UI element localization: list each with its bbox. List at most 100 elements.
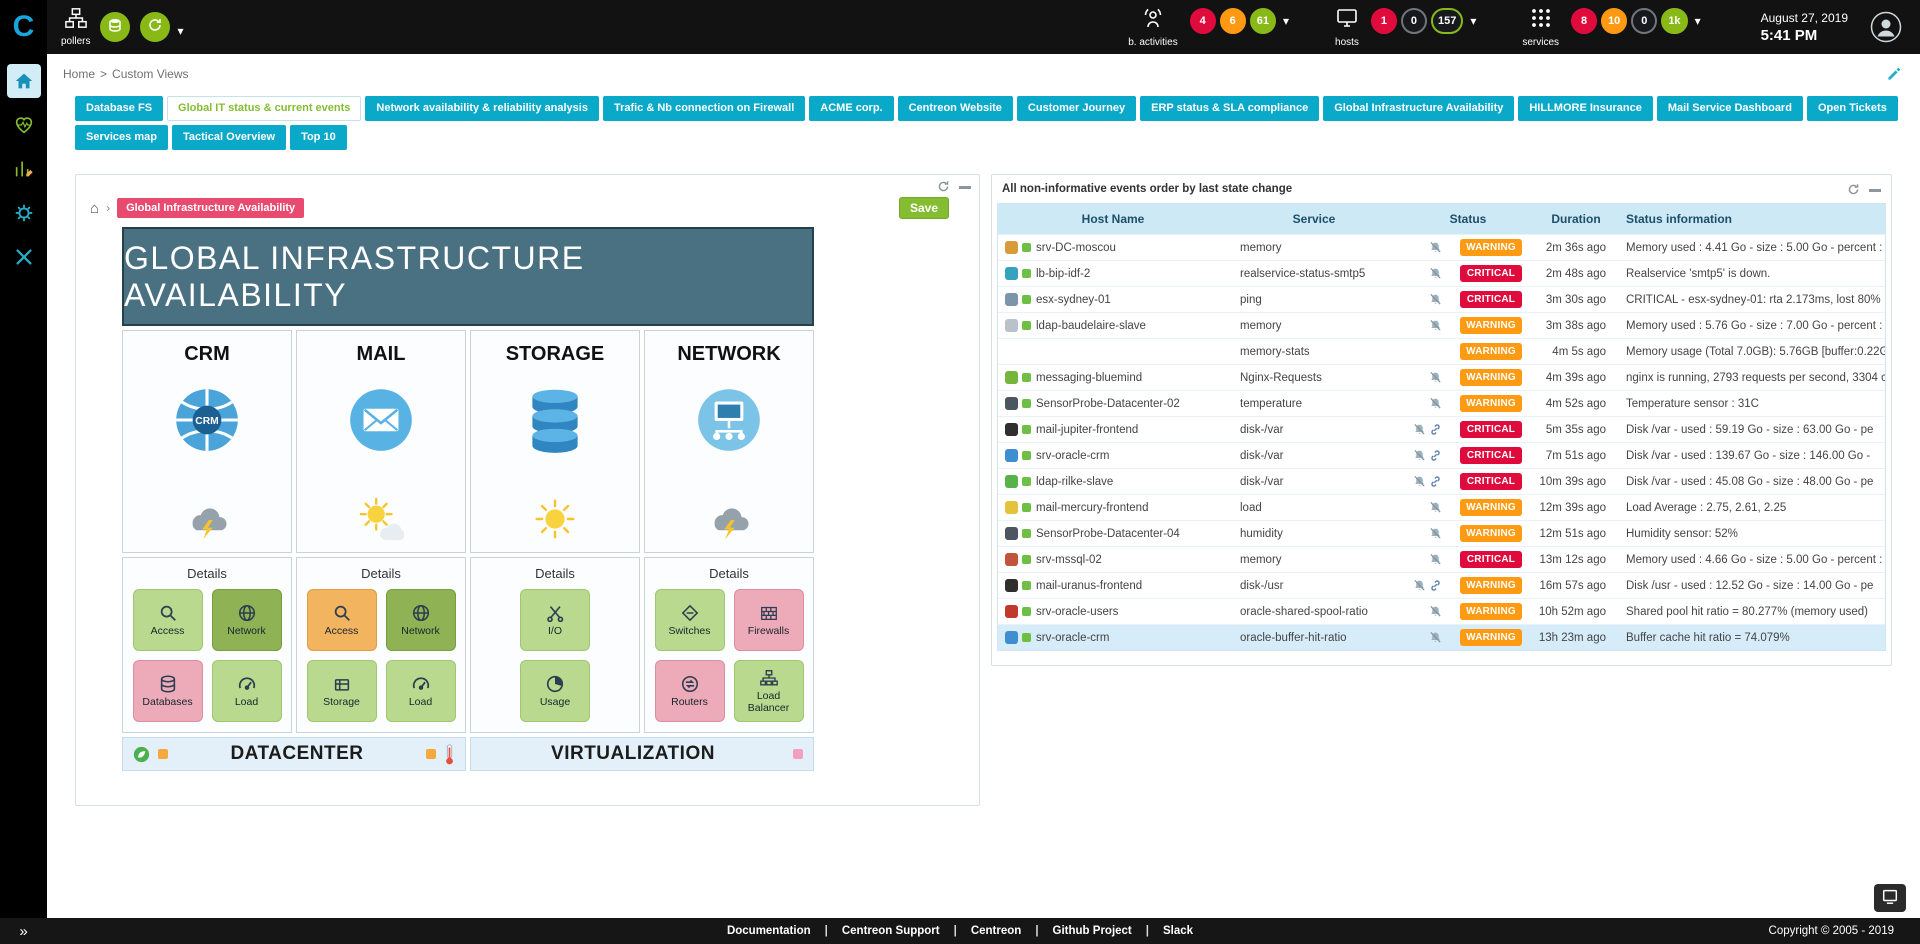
notifications-muted-icon[interactable] xyxy=(1429,371,1442,384)
tab-hillmore-insurance[interactable]: HILLMORE Insurance xyxy=(1518,96,1652,121)
service-link[interactable]: disk-/var xyxy=(1228,424,1400,436)
table-row[interactable]: mail-uranus-frontenddisk-/usrWARNING16m … xyxy=(998,572,1885,598)
poller-status-button[interactable] xyxy=(100,12,130,42)
service-link[interactable]: oracle-shared-spool-ratio xyxy=(1228,606,1400,618)
host-name-link[interactable]: srv-mssql-02 xyxy=(1036,554,1228,566)
table-row[interactable]: ldap-rilke-slavedisk-/varCRITICAL10m 39s… xyxy=(998,468,1885,494)
notifications-muted-icon[interactable] xyxy=(1429,501,1442,514)
tab-erp-status-sla-compliance[interactable]: ERP status & SLA compliance xyxy=(1140,96,1319,121)
services-badge-1[interactable]: 10 xyxy=(1601,8,1627,34)
tab-global-infrastructure-availability[interactable]: Global Infrastructure Availability xyxy=(1323,96,1514,121)
notifications-muted-icon[interactable] xyxy=(1413,579,1426,592)
ba-chevron-down-icon[interactable]: ▾ xyxy=(1283,14,1289,28)
table-row[interactable]: messaging-bluemindNginx-RequestsWARNING4… xyxy=(998,364,1885,390)
detail-tile-firewalls[interactable]: Firewalls xyxy=(734,589,804,651)
table-row[interactable]: SensorProbe-Datacenter-04humidityWARNING… xyxy=(998,520,1885,546)
detail-tile-i-o[interactable]: I/O xyxy=(520,589,590,651)
host-name-link[interactable]: mail-jupiter-frontend xyxy=(1036,424,1228,436)
fullscreen-button[interactable] xyxy=(1874,884,1906,912)
table-row[interactable]: srv-oracle-usersoracle-shared-spool-rati… xyxy=(998,598,1885,624)
zone-card-datacenter[interactable]: DATACENTER xyxy=(122,737,466,771)
hosts-chevron-down-icon[interactable]: ▾ xyxy=(1470,14,1476,28)
host-name-link[interactable]: srv-oracle-users xyxy=(1036,606,1228,618)
breadcrumb-home-link[interactable]: Home xyxy=(63,67,95,81)
map-breadcrumb-badge[interactable]: Global Infrastructure Availability xyxy=(117,198,304,218)
host-name-link[interactable]: lb-bip-idf-2 xyxy=(1036,268,1228,280)
service-link[interactable]: disk-/var xyxy=(1228,476,1400,488)
tab-global-it-status-current-events[interactable]: Global IT status & current events xyxy=(167,96,361,121)
service-link[interactable]: disk-/var xyxy=(1228,450,1400,462)
linked-service-icon[interactable] xyxy=(1429,423,1442,436)
sidebar-item-administration[interactable] xyxy=(7,240,41,274)
service-link[interactable]: oracle-buffer-hit-ratio xyxy=(1228,632,1400,644)
tab-tactical-overview[interactable]: Tactical Overview xyxy=(172,125,286,150)
host-name-link[interactable]: srv-oracle-crm xyxy=(1036,632,1228,644)
centreon-logo[interactable]: C xyxy=(0,0,47,54)
service-link[interactable]: Nginx-Requests xyxy=(1228,372,1400,384)
detail-tile-network[interactable]: Network xyxy=(212,589,282,651)
notifications-muted-icon[interactable] xyxy=(1429,241,1442,254)
notifications-muted-icon[interactable] xyxy=(1413,449,1426,462)
map-home-icon[interactable]: ⌂ xyxy=(90,201,99,216)
services-badge-2[interactable]: 0 xyxy=(1631,8,1657,34)
notifications-muted-icon[interactable] xyxy=(1429,293,1442,306)
detail-tile-access[interactable]: Access xyxy=(133,589,203,651)
hosts-badge-0[interactable]: 1 xyxy=(1371,8,1397,34)
notifications-muted-icon[interactable] xyxy=(1429,553,1442,566)
services-badge-0[interactable]: 8 xyxy=(1571,8,1597,34)
detail-tile-switches[interactable]: Switches xyxy=(655,589,725,651)
service-link[interactable]: ping xyxy=(1228,294,1400,306)
service-link[interactable]: disk-/usr xyxy=(1228,580,1400,592)
refresh-status-button[interactable] xyxy=(140,12,170,42)
edit-views-pencil-icon[interactable] xyxy=(1886,66,1902,82)
detail-tile-load[interactable]: Load xyxy=(212,660,282,722)
footer-link-centreon[interactable]: Centreon xyxy=(957,925,1035,937)
notifications-muted-icon[interactable] xyxy=(1429,605,1442,618)
tab-network-availability-reliability-analysis[interactable]: Network availability & reliability analy… xyxy=(365,96,599,121)
widget-refresh-icon[interactable] xyxy=(1847,183,1860,196)
table-row[interactable]: mail-mercury-frontendloadWARNING12m 39s … xyxy=(998,494,1885,520)
sidebar-item-configuration[interactable] xyxy=(7,196,41,230)
sidebar-expand-button[interactable]: » xyxy=(0,923,47,940)
notifications-muted-icon[interactable] xyxy=(1429,267,1442,280)
tab-open-tickets[interactable]: Open Tickets xyxy=(1807,96,1898,121)
service-link[interactable]: memory xyxy=(1228,554,1400,566)
table-row[interactable]: memory-statsWARNING4m 5s agoMemory usage… xyxy=(998,338,1885,364)
notifications-muted-icon[interactable] xyxy=(1429,527,1442,540)
widget-refresh-icon[interactable] xyxy=(937,180,950,193)
host-name-link[interactable]: mail-uranus-frontend xyxy=(1036,580,1228,592)
footer-link-documentation[interactable]: Documentation xyxy=(713,925,825,937)
host-name-link[interactable]: ldap-baudelaire-slave xyxy=(1036,320,1228,332)
ba-badge-1[interactable]: 6 xyxy=(1220,8,1246,34)
tab-acme-corp[interactable]: ACME corp. xyxy=(809,96,893,121)
sidebar-item-reporting[interactable] xyxy=(7,152,41,186)
detail-tile-storage[interactable]: Storage xyxy=(307,660,377,722)
notifications-muted-icon[interactable] xyxy=(1429,397,1442,410)
table-row[interactable]: srv-mssql-02memoryCRITICAL13m 12s agoMem… xyxy=(998,546,1885,572)
sidebar-item-home[interactable] xyxy=(7,64,41,98)
host-name-link[interactable]: SensorProbe-Datacenter-04 xyxy=(1036,528,1228,540)
zone-card-virtualization[interactable]: VIRTUALIZATION xyxy=(470,737,814,771)
tab-trafic-nb-connection-on-firewall[interactable]: Trafic & Nb connection on Firewall xyxy=(603,96,805,121)
footer-link-github-project[interactable]: Github Project xyxy=(1039,925,1146,937)
tab-centreon-website[interactable]: Centreon Website xyxy=(898,96,1013,121)
notifications-muted-icon[interactable] xyxy=(1413,475,1426,488)
hosts-badge-2[interactable]: 157 xyxy=(1431,8,1463,34)
detail-tile-load-balancer[interactable]: Load Balancer xyxy=(734,660,804,722)
table-row[interactable]: srv-oracle-crmdisk-/varCRITICAL7m 51s ag… xyxy=(998,442,1885,468)
service-link[interactable]: load xyxy=(1228,502,1400,514)
footer-link-centreon-support[interactable]: Centreon Support xyxy=(828,925,954,937)
detail-tile-routers[interactable]: Routers xyxy=(655,660,725,722)
hosts-badge-1[interactable]: 0 xyxy=(1401,8,1427,34)
service-link[interactable]: temperature xyxy=(1228,398,1400,410)
tab-customer-journey[interactable]: Customer Journey xyxy=(1017,96,1136,121)
host-name-link[interactable]: esx-sydney-01 xyxy=(1036,294,1228,306)
notifications-muted-icon[interactable] xyxy=(1429,631,1442,644)
sidebar-item-monitoring[interactable] xyxy=(7,108,41,142)
services-badge-3[interactable]: 1k xyxy=(1661,8,1687,34)
tab-top-10[interactable]: Top 10 xyxy=(290,125,347,150)
tab-mail-service-dashboard[interactable]: Mail Service Dashboard xyxy=(1657,96,1803,121)
footer-link-slack[interactable]: Slack xyxy=(1149,925,1207,937)
table-row[interactable]: srv-DC-moscoumemoryWARNING2m 36s agoMemo… xyxy=(998,234,1885,260)
service-link[interactable]: memory-stats xyxy=(1228,346,1400,358)
